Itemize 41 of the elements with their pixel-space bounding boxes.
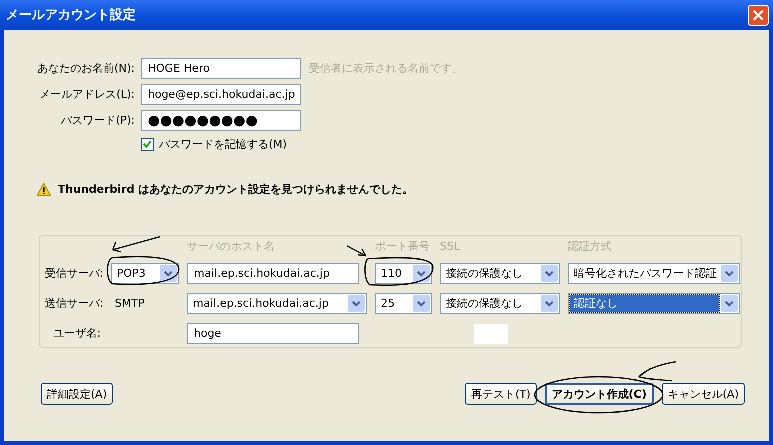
remember-password-checkbox[interactable]: パスワードを記憶する(M): [141, 137, 301, 152]
warning-message: Thunderbird はあなたのアカウント設定を見つけられませんでした。: [58, 182, 414, 197]
hand-drawn-arrow: [638, 361, 677, 382]
hand-drawn-arrow: [112, 236, 161, 253]
dropdown[interactable]: 110: [375, 263, 432, 284]
warning-icon: [37, 183, 51, 196]
field-hint: 受信者に表示される名前です。: [308, 61, 464, 76]
input-field[interactable]: hoge: [187, 323, 359, 344]
server-label: 送信サーバ:: [45, 296, 105, 311]
dropdown[interactable]: 認証なし: [568, 293, 740, 314]
checkbox[interactable]: [141, 138, 154, 151]
dialog-button[interactable]: アカウント作成(C): [544, 383, 654, 405]
column-header: 認証方式: [568, 239, 612, 254]
blank-field: [474, 324, 508, 344]
close-icon: [753, 10, 764, 20]
dropdown[interactable]: 25: [375, 293, 432, 314]
dialog-button[interactable]: キャンセル(A): [662, 383, 745, 405]
field-label: あなたのお名前(N):: [37, 61, 135, 76]
server-label: 受信サーバ:: [45, 266, 105, 281]
window-title: メールアカウント設定: [6, 6, 136, 24]
column-header: サーバのホスト名: [187, 239, 275, 254]
dialog-button[interactable]: 詳細設定(A): [41, 383, 114, 405]
input-field[interactable]: HOGE Hero: [141, 58, 301, 79]
protocol-label: SMTP: [114, 297, 146, 310]
input-field[interactable]: ●●●●●●●●●: [141, 110, 301, 131]
dropdown[interactable]: POP3: [111, 263, 179, 284]
close-button[interactable]: [748, 4, 769, 26]
field-label: パスワード(P):: [60, 113, 135, 128]
dropdown[interactable]: 接続の保護なし: [440, 293, 560, 314]
dropdown[interactable]: 接続の保護なし: [440, 263, 560, 284]
input-field[interactable]: mail.ep.sci.hokudai.ac.jp: [187, 263, 359, 284]
column-header: ポート番号: [375, 239, 430, 254]
input-field[interactable]: hoge@ep.sci.hokudai.ac.jp: [141, 84, 301, 105]
hand-drawn-arrow: [346, 245, 367, 257]
column-header: SSL: [440, 240, 460, 253]
dropdown[interactable]: mail.ep.sci.hokudai.ac.jp: [187, 293, 367, 314]
field-label: ユーザ名:: [52, 326, 102, 341]
checkmark-icon: [143, 140, 152, 149]
dropdown[interactable]: 暗号化されたパスワード認証: [568, 263, 740, 284]
dialog-button[interactable]: 再テスト(T): [465, 383, 537, 405]
field-label: メールアドレス(L):: [38, 87, 135, 102]
